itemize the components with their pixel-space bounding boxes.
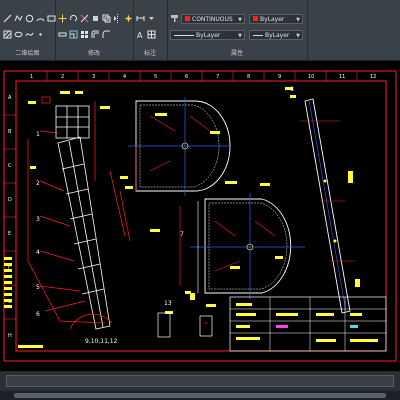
arc-icon[interactable]	[36, 14, 45, 23]
offset-icon[interactable]	[91, 30, 100, 39]
circle-icon[interactable]	[25, 14, 34, 23]
col-label: 8	[247, 74, 250, 80]
col-label: 12	[370, 74, 376, 80]
col-label: 6	[185, 74, 188, 80]
plotstyle-value: ByLayer	[265, 32, 290, 39]
dimension-dropdown-icon[interactable]	[147, 14, 156, 23]
col-label: 10	[308, 74, 314, 80]
row-label: H	[8, 333, 12, 339]
panel-draw: 二维绘图	[0, 0, 56, 60]
col-label: 11	[339, 74, 345, 80]
trim-icon[interactable]	[80, 14, 89, 23]
panel-properties: CONTINUOUS ▼ ByLayer ▼ ByLayer ▼ ByLayer ▼ 属…	[167, 0, 308, 60]
horizontal-scrollbar[interactable]	[0, 391, 400, 400]
row-label: A	[8, 95, 12, 101]
ladder-top	[55, 105, 90, 139]
plotstyle-sample	[253, 35, 263, 36]
erase-icon[interactable]	[91, 14, 100, 23]
match-properties-icon[interactable]	[170, 14, 179, 23]
chevron-down-icon: ▼	[238, 33, 242, 39]
hatch-icon[interactable]	[3, 30, 12, 39]
part-label: 9,10,11,12	[85, 338, 118, 345]
part-label: 4	[36, 249, 40, 256]
row-label: E	[8, 231, 11, 237]
panel-title-annotation: 标注	[143, 50, 156, 57]
layer-color-swatch	[253, 16, 258, 21]
part-label: 1	[36, 131, 40, 138]
part-label: 3	[36, 216, 40, 223]
part-label: 13	[164, 300, 172, 307]
explode-icon[interactable]	[124, 14, 133, 23]
right-bar	[300, 98, 355, 314]
array-icon[interactable]	[80, 30, 89, 39]
linetype-value: CONTINUOUS	[192, 16, 233, 23]
svg-text:A: A	[137, 31, 143, 39]
col-label: 7	[216, 74, 219, 80]
col-label: 5	[154, 74, 157, 80]
panel-annotation: A 标注	[133, 0, 168, 60]
inner-frame	[15, 80, 387, 352]
text-icon[interactable]: A	[136, 30, 145, 39]
move-icon[interactable]	[58, 14, 67, 23]
plotstyle-dropdown[interactable]: ByLayer ▼	[249, 30, 303, 40]
chevron-down-icon: ▼	[238, 17, 242, 23]
color-swatch	[185, 16, 190, 21]
part-label: 6	[36, 311, 40, 318]
scale-icon[interactable]	[69, 30, 78, 39]
fillet-icon[interactable]	[102, 30, 111, 39]
polyline-icon[interactable]	[14, 14, 23, 23]
row-label: C	[8, 163, 12, 169]
drawing-canvas[interactable]: 1 2 3 4 5 6 7 8 9 10 11 12 A B C D E F G…	[0, 61, 400, 371]
ladder-slant	[57, 136, 111, 330]
row-label: D	[8, 197, 12, 203]
line-icon[interactable]	[3, 14, 12, 23]
col-label: 1	[30, 74, 33, 80]
part-label: 2	[36, 180, 40, 187]
layer-value: ByLayer	[260, 16, 285, 23]
title-block	[229, 296, 387, 352]
drawing-viewport[interactable]: 1 2 3 4 5 6 7 8 9 10 11 12 A B C D E F G…	[0, 61, 400, 371]
command-line[interactable]	[6, 375, 394, 387]
panel-modify: 修改	[55, 0, 134, 60]
border-ticks	[4, 71, 358, 320]
scrollbar-thumb[interactable]	[14, 393, 386, 398]
col-label: 2	[61, 74, 64, 80]
part-label: 7	[180, 231, 184, 238]
chevron-down-icon: ▼	[296, 33, 300, 39]
panel-title-properties: 属性	[230, 50, 243, 57]
point-icon[interactable]	[36, 30, 45, 39]
panel-title-draw: 二维绘图	[15, 50, 40, 57]
col-label: 4	[123, 74, 126, 80]
col-label: 3	[92, 74, 95, 80]
mirror-icon[interactable]	[113, 14, 122, 23]
copy-icon[interactable]	[102, 14, 111, 23]
spline-icon[interactable]	[25, 30, 34, 39]
part-label: 5	[36, 284, 40, 291]
table-icon[interactable]	[147, 30, 156, 39]
col-label: 9	[278, 74, 281, 80]
lineweight-sample	[174, 35, 194, 36]
leader-lines	[27, 96, 131, 330]
lineweight-dropdown[interactable]: ByLayer ▼	[170, 30, 245, 40]
chevron-down-icon: ▼	[296, 17, 300, 23]
rotate-icon[interactable]	[69, 14, 78, 23]
lineweight-value: ByLayer	[196, 32, 221, 39]
layer-dropdown[interactable]: ByLayer ▼	[249, 14, 303, 24]
stretch-icon[interactable]	[58, 30, 67, 39]
status-bar	[0, 371, 400, 400]
ribbon: 二维绘图 修改 A 标注 CONTINUOUS ▼ ByLayer ▼ ByLa…	[0, 0, 400, 61]
ellipse-icon[interactable]	[14, 30, 23, 39]
d-shape-upper	[128, 97, 231, 196]
d-shape-lower	[179, 193, 305, 299]
row-label: B	[8, 129, 12, 135]
panel-title-modify: 修改	[87, 50, 100, 57]
part-label: 8	[290, 86, 294, 93]
linear-dimension-icon[interactable]	[136, 14, 145, 23]
color-dropdown[interactable]: CONTINUOUS ▼	[181, 14, 245, 24]
